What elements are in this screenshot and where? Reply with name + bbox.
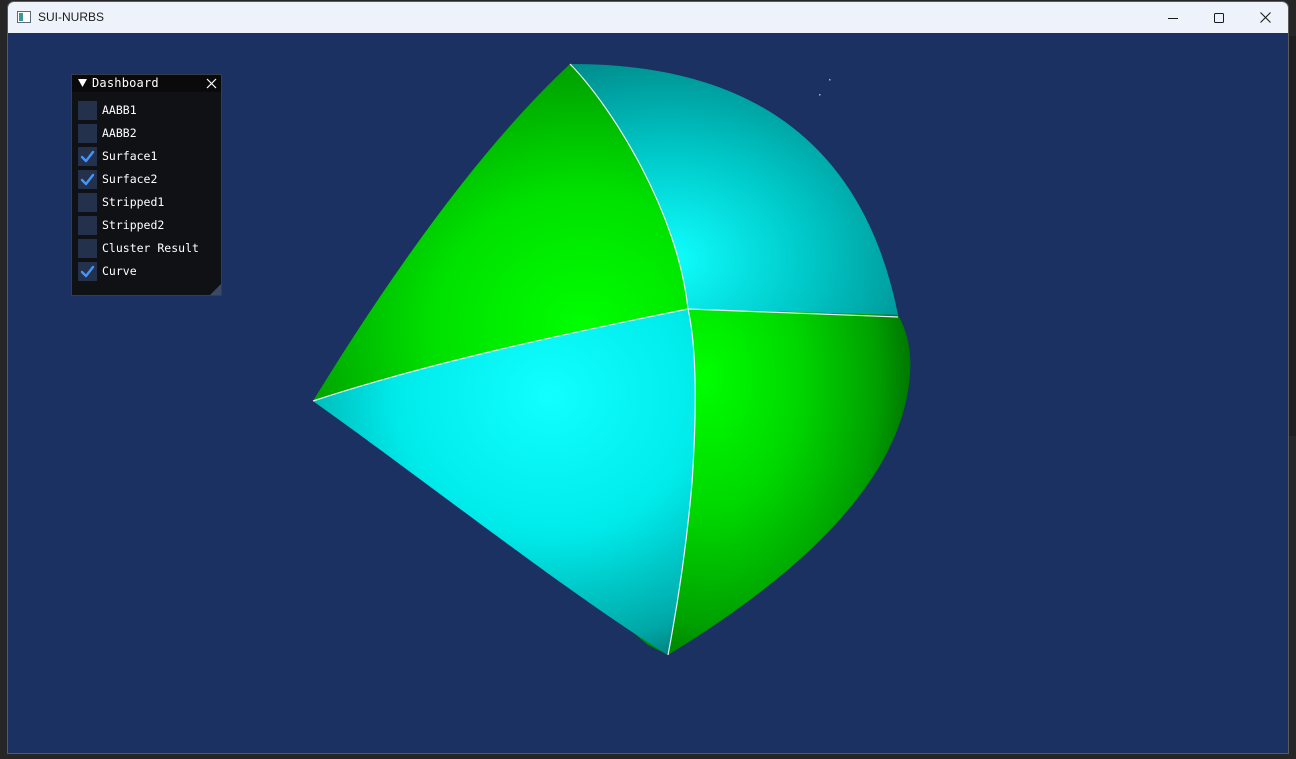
checkbox-box[interactable]	[78, 262, 97, 281]
app-icon	[17, 11, 31, 23]
close-button[interactable]	[1242, 2, 1288, 33]
minimize-icon	[1168, 17, 1178, 19]
checkbox-label: Stripped1	[102, 195, 165, 209]
render-viewport[interactable]: Dashboard AABB1 AABB2 Surface1 Surface2 …	[8, 33, 1288, 753]
resize-grip-icon[interactable]	[210, 284, 221, 295]
checkbox-label: Cluster Result	[102, 241, 199, 255]
checkbox-box[interactable]	[78, 124, 97, 143]
checkbox-label: AABB2	[102, 126, 137, 140]
render-artifact	[819, 94, 821, 96]
window-title: SUI-NURBS	[38, 10, 105, 24]
checkbox-label: Surface2	[102, 172, 158, 186]
checkmark-icon	[80, 265, 95, 278]
checkbox-box[interactable]	[78, 239, 97, 258]
title-bar[interactable]: SUI-NURBS	[8, 2, 1288, 33]
checkbox-label: Surface1	[102, 149, 158, 163]
surface1-patch-bottom-right	[668, 309, 911, 655]
maximize-icon	[1214, 12, 1224, 23]
checkbox-box[interactable]	[78, 170, 97, 189]
close-icon	[1259, 12, 1271, 23]
minimize-button[interactable]	[1150, 2, 1196, 33]
desktop: SUI-NURBS Dashboard AABB1 AABB2 Surface1…	[0, 0, 1296, 759]
dashboard-header[interactable]: Dashboard	[72, 75, 221, 92]
maximize-button[interactable]	[1196, 2, 1242, 33]
checkbox-label: AABB1	[102, 103, 137, 117]
checkbox-box[interactable]	[78, 193, 97, 212]
dashboard-title: Dashboard	[92, 76, 159, 90]
checkbox-label: Stripped2	[102, 218, 165, 232]
render-artifact	[829, 79, 831, 81]
background-window-edge	[1288, 36, 1296, 436]
checkbox-box[interactable]	[78, 101, 97, 120]
checkmark-icon	[80, 150, 95, 163]
close-icon[interactable]	[206, 78, 217, 89]
triangle-down-icon[interactable]	[78, 79, 87, 88]
checkbox-box[interactable]	[78, 216, 97, 235]
checkbox-box[interactable]	[78, 147, 97, 166]
checkbox-label: Curve	[102, 264, 137, 278]
dashboard-panel[interactable]: Dashboard AABB1 AABB2 Surface1 Surface2 …	[71, 74, 222, 296]
checkmark-icon	[80, 173, 95, 186]
app-window: SUI-NURBS Dashboard AABB1 AABB2 Surface1…	[8, 2, 1288, 753]
